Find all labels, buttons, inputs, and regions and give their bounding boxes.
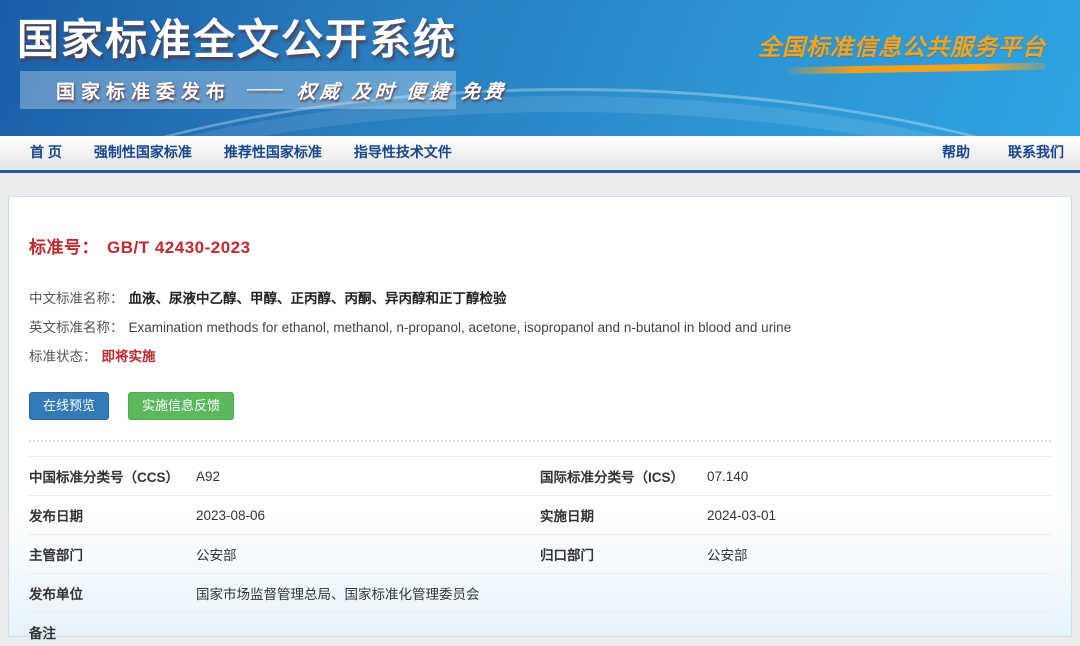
nav-home[interactable]: 首 页: [30, 142, 62, 162]
online-preview-button[interactable]: 在线预览: [29, 392, 109, 420]
dotted-divider: [29, 440, 1051, 442]
charge-dept-label: 主管部门: [29, 544, 196, 564]
table-cell-publish-org: 发布单位 国家市场监督管理总局、国家标准化管理委员会: [29, 583, 1051, 603]
publish-org-value: 国家市场监督管理总局、国家标准化管理委员会: [196, 583, 480, 603]
nav-mandatory-standards[interactable]: 强制性国家标准: [94, 142, 192, 162]
table-cell-charge-dept: 主管部门 公安部: [29, 544, 540, 564]
chinese-name-value: 血液、尿液中乙醇、甲醇、正丙醇、丙酮、异丙醇和正丁醇检验: [129, 291, 507, 306]
table-cell-ccs: 中国标准分类号（CCS） A92: [29, 466, 540, 486]
chinese-name-label: 中文标准名称：: [29, 291, 124, 306]
nav-recommended-standards[interactable]: 推荐性国家标准: [224, 142, 322, 162]
nav-help[interactable]: 帮助: [942, 142, 970, 162]
brush-underline-decoration: [788, 63, 1046, 75]
table-cell-publish-date: 发布日期 2023-08-06: [29, 505, 540, 525]
action-button-row: 在线预览 实施信息反馈: [29, 392, 1051, 420]
ics-value: 07.140: [707, 469, 748, 484]
platform-name[interactable]: 全国标准信息公共服务平台: [758, 28, 1046, 72]
english-name-value: Examination methods for ethanol, methano…: [129, 320, 792, 335]
standard-number-label: 标准号：: [29, 238, 99, 257]
main-content: 标准号： GB/T 42430-2023 中文标准名称： 血液、尿液中乙醇、甲醇、正…: [0, 196, 1080, 637]
table-row: 发布单位 国家市场监督管理总局、国家标准化管理委员会: [29, 573, 1051, 612]
table-row: 主管部门 公安部 归口部门 公安部: [29, 534, 1051, 573]
slogan-dash: ——: [247, 79, 281, 101]
centralized-dept-value: 公安部: [707, 544, 748, 564]
ccs-value: A92: [196, 469, 220, 484]
publish-date-value: 2023-08-06: [196, 508, 265, 523]
publish-org-label: 发布单位: [29, 583, 196, 603]
status-line: 标准状态： 即将实施: [29, 342, 1051, 371]
english-name-label: 英文标准名称：: [29, 320, 124, 335]
status-badge: 即将实施: [102, 349, 156, 364]
ccs-label: 中国标准分类号（CCS）: [29, 466, 196, 486]
nav-guiding-documents[interactable]: 指导性技术文件: [354, 142, 452, 162]
table-cell-ics: 国际标准分类号（ICS） 07.140: [540, 466, 1051, 486]
implement-date-label: 实施日期: [540, 505, 707, 525]
charge-dept-value: 公安部: [196, 544, 237, 564]
centralized-dept-label: 归口部门: [540, 544, 707, 564]
english-name-line: 英文标准名称： Examination methods for ethanol, …: [29, 313, 1051, 342]
nav-contact[interactable]: 联系我们: [1008, 142, 1064, 162]
main-nav: 首 页 强制性国家标准 推荐性国家标准 指导性技术文件 帮助 联系我们: [0, 136, 1080, 173]
standard-number-value: GB/T 42430-2023: [107, 238, 251, 257]
implement-date-value: 2024-03-01: [707, 508, 776, 523]
platform-name-text[interactable]: 全国标准信息公共服务平台: [758, 28, 1046, 62]
table-cell-remark: 备注: [29, 622, 1051, 642]
standard-detail-panel: 标准号： GB/T 42430-2023 中文标准名称： 血液、尿液中乙醇、甲醇、正…: [8, 196, 1072, 637]
slogan-text: 权威 及时 便捷 免费: [296, 77, 508, 104]
implementation-feedback-button[interactable]: 实施信息反馈: [128, 392, 234, 420]
header-slogan-banner: 国家标准委发布 —— 权威 及时 便捷 免费: [20, 71, 456, 109]
publisher-label: 国家标准委发布: [56, 77, 231, 104]
table-cell-centralized-dept: 归口部门 公安部: [540, 544, 1051, 564]
standard-attributes-table: 中国标准分类号（CCS） A92 国际标准分类号（ICS） 07.140 发布日…: [29, 456, 1051, 646]
standard-number-heading: 标准号： GB/T 42430-2023: [29, 233, 1051, 258]
ics-label: 国际标准分类号（ICS）: [540, 466, 707, 486]
table-cell-implement-date: 实施日期 2024-03-01: [540, 505, 1051, 525]
status-label: 标准状态：: [29, 349, 97, 364]
publish-date-label: 发布日期: [29, 505, 196, 525]
remark-label: 备注: [29, 622, 196, 642]
table-row: 备注: [29, 612, 1051, 646]
nav-right-group: 帮助 联系我们: [942, 142, 1064, 162]
table-row: 中国标准分类号（CCS） A92 国际标准分类号（ICS） 07.140: [29, 456, 1051, 495]
table-row: 发布日期 2023-08-06 实施日期 2024-03-01: [29, 495, 1051, 534]
site-title: 国家标准全文公开系统: [17, 6, 457, 67]
site-header: 国家标准全文公开系统 国家标准委发布 —— 权威 及时 便捷 免费 全国标准信息…: [0, 0, 1080, 136]
chinese-name-line: 中文标准名称： 血液、尿液中乙醇、甲醇、正丙醇、丙酮、异丙醇和正丁醇检验: [29, 284, 1051, 313]
